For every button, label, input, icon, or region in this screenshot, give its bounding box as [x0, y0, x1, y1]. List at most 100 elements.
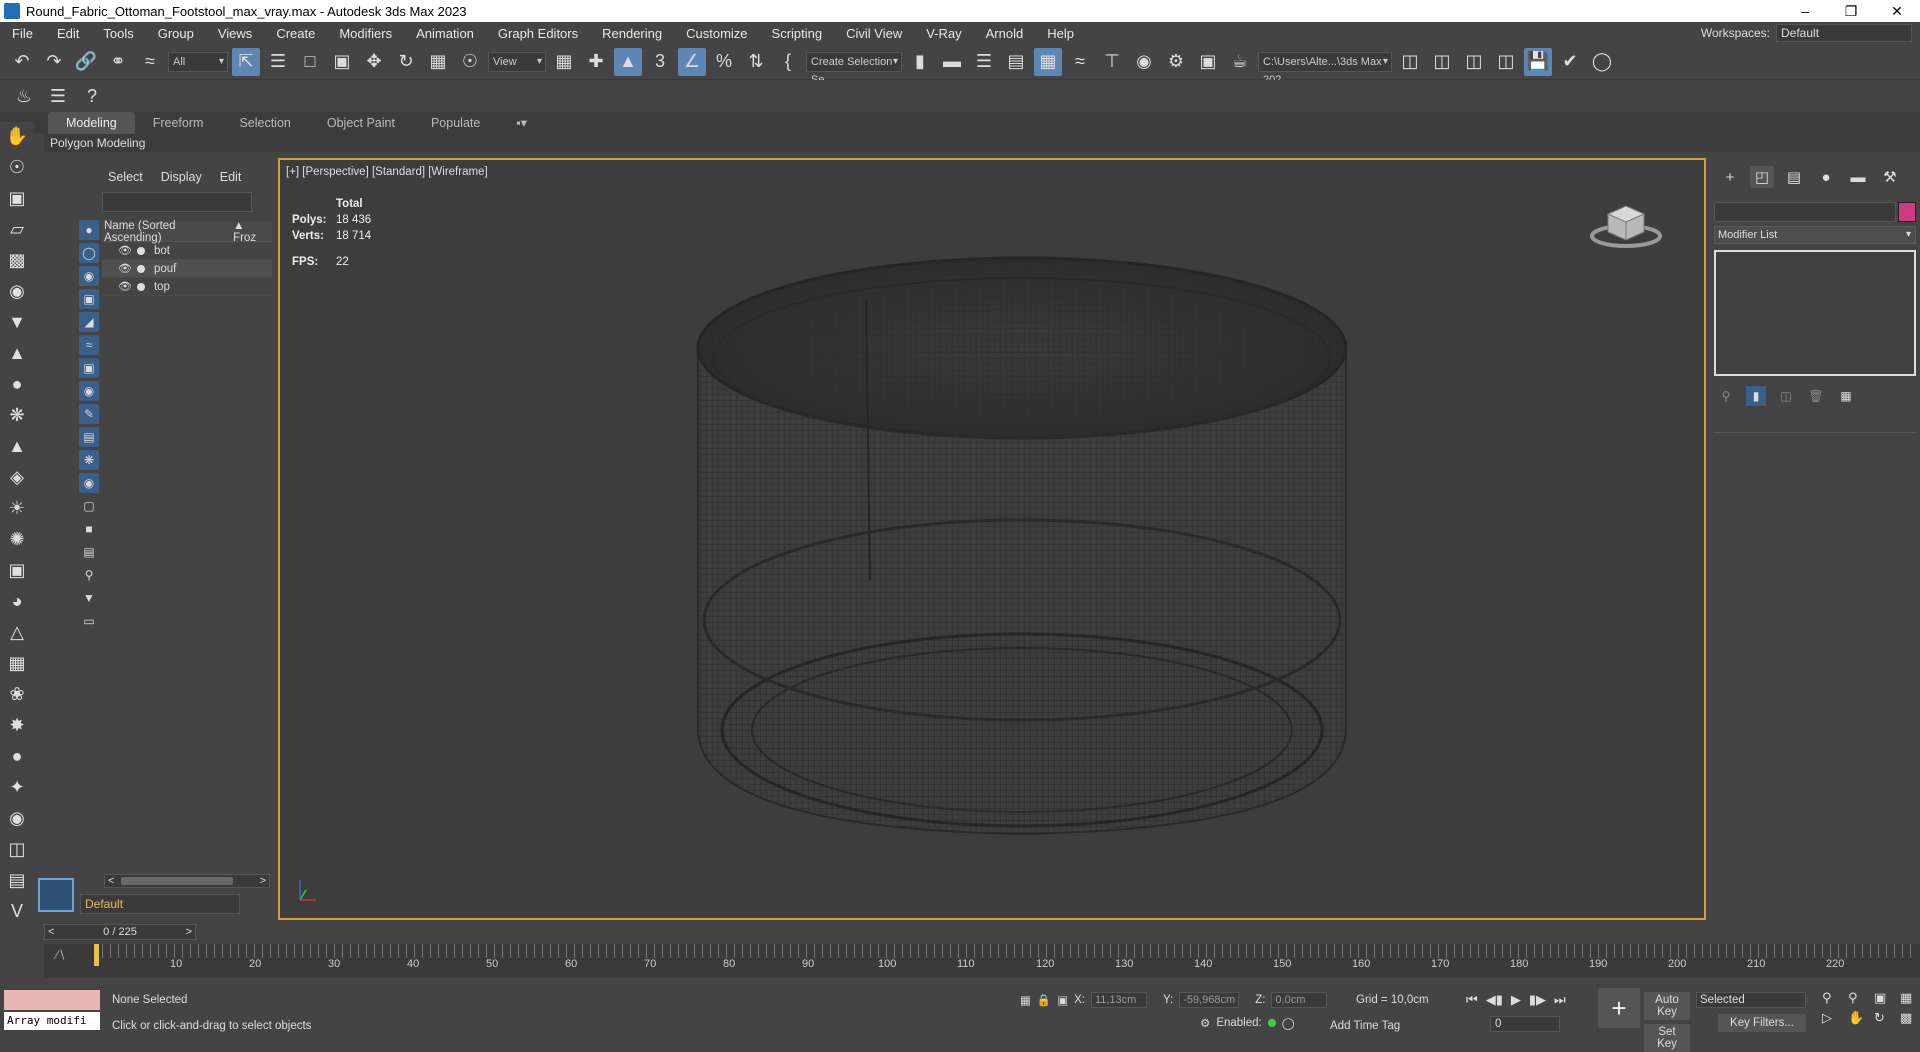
select-object-icon[interactable]: ⇱ [232, 47, 260, 76]
explorer-tab-display[interactable]: Display [161, 170, 202, 190]
absolute-mode-icon[interactable]: ▣ [1057, 993, 1068, 1007]
pan-icon[interactable]: ✋ [1848, 1010, 1870, 1026]
render-dot-icon[interactable] [136, 282, 145, 291]
configure-sets-icon[interactable]: ▦ [1836, 386, 1856, 406]
zoom-all-icon[interactable]: ⚲ [1848, 990, 1870, 1006]
scroll-thumb[interactable] [121, 877, 233, 885]
move-icon[interactable]: ✥ [360, 48, 388, 76]
next-frame-icon[interactable]: ▮▶ [1529, 992, 1546, 1008]
hand-icon[interactable]: ✋ [4, 124, 30, 148]
project-icon-1[interactable]: ◫ [1396, 48, 1424, 76]
perspective-viewport[interactable]: [+] [Perspective] [Standard] [Wireframe]… [278, 158, 1706, 920]
curve-editor-icon[interactable]: ≈ [1066, 48, 1094, 76]
select-manipulate-icon[interactable]: ✚ [582, 48, 610, 76]
display-helpers-icon[interactable]: ◢ [79, 312, 99, 332]
project-icon-3[interactable]: ◫ [1460, 48, 1488, 76]
go-to-start-icon[interactable]: ⏮ [1466, 992, 1478, 1008]
degradation-icon[interactable]: ⚙ [1200, 1016, 1210, 1030]
field-of-view-icon[interactable]: ▷ [1822, 1010, 1844, 1026]
selection-filter-dropdown[interactable]: All [168, 51, 228, 72]
zoom-icon[interactable]: ⚲ [1822, 990, 1844, 1006]
render-dot-icon[interactable] [136, 264, 145, 273]
menu-help[interactable]: Help [1035, 26, 1086, 41]
reference-coordinate-dropdown[interactable]: View [488, 51, 546, 72]
save-icon[interactable]: 💾 [1524, 47, 1552, 76]
previous-frame-icon[interactable]: ◀▮ [1486, 992, 1503, 1008]
unlink-icon[interactable]: ⚭ [104, 48, 132, 76]
display-geometry-icon[interactable]: ● [79, 220, 99, 240]
lock-selection-icon[interactable]: 🔒 [1037, 993, 1051, 1007]
display-containers-icon[interactable]: ▤ [79, 427, 99, 447]
orbit-nav-icon[interactable]: ↻ [1874, 1010, 1896, 1026]
explorer-tab-edit[interactable]: Edit [220, 170, 242, 190]
utilities-tab-icon[interactable]: ⚒ [1878, 166, 1902, 188]
grass-icon[interactable]: ❀ [4, 682, 30, 706]
display-none-icon[interactable]: ■ [79, 519, 99, 539]
close-button[interactable]: ✕ [1874, 0, 1920, 22]
column-name-header[interactable]: Name (Sorted Ascending) [104, 220, 233, 244]
scroll-left-icon[interactable]: < [108, 875, 114, 887]
dome-icon[interactable]: ▲ [4, 341, 30, 365]
create-tab-icon[interactable]: + [1718, 166, 1742, 188]
isolate-icon[interactable]: ▦ [1020, 993, 1031, 1007]
display-shapes-icon[interactable]: ◯ [79, 243, 99, 263]
sync-check-icon[interactable]: ✔ [1556, 48, 1584, 76]
object-name[interactable]: pouf [154, 263, 176, 275]
layer-icon[interactable]: ▭ [79, 611, 99, 631]
menu-graph-editors[interactable]: Graph Editors [486, 26, 590, 41]
restore-button[interactable]: ❐ [1828, 0, 1874, 22]
z-coordinate-field[interactable]: 0,0cm [1271, 992, 1328, 1008]
menu-scripting[interactable]: Scripting [760, 26, 835, 41]
keyboard-shortcut-override-icon[interactable]: ▲ [614, 47, 642, 76]
scroll-right-icon[interactable]: > [260, 875, 266, 887]
menu-tools[interactable]: Tools [91, 26, 145, 41]
modifier-list-dropdown[interactable]: Modifier List [1714, 226, 1916, 244]
object-name-input[interactable] [1714, 202, 1896, 222]
key-mode-dropdown[interactable]: Selected [1696, 992, 1806, 1008]
find-icon[interactable]: ⚲ [79, 565, 99, 585]
spotlight-icon[interactable]: ▲ [4, 434, 30, 458]
x-coordinate-field[interactable]: 11,13cm [1090, 992, 1147, 1008]
menu-edit[interactable]: Edit [45, 26, 91, 41]
filter-icon[interactable]: ▼ [79, 588, 99, 608]
grid-icon[interactable]: ▦ [4, 651, 30, 675]
box-icon[interactable]: ▣ [4, 186, 30, 210]
undo-icon[interactable]: ↶ [8, 48, 36, 76]
time-cursor[interactable] [94, 944, 99, 966]
panel-divider[interactable] [1714, 432, 1916, 433]
video-camera-icon[interactable]: ◉ [4, 279, 30, 303]
mirror-icon[interactable]: ▮ [906, 48, 934, 76]
shapes-icon[interactable]: ▱ [4, 217, 30, 241]
angle-snap-icon[interactable]: ∠ [678, 47, 706, 76]
cube-icon[interactable]: ▣ [4, 558, 30, 582]
menu-file[interactable]: File [0, 26, 45, 41]
render-setup-icon[interactable]: ⚙ [1162, 48, 1190, 76]
ottoman-wireframe[interactable] [280, 160, 1704, 918]
menu-customize[interactable]: Customize [674, 26, 759, 41]
fire-icon[interactable]: ✸ [4, 713, 30, 737]
project-icon-4[interactable]: ◫ [1492, 48, 1520, 76]
track-bar[interactable]: ∕∖ 10 20 30 40 50 60 70 80 90 100 110 12… [44, 944, 1920, 978]
align-icon[interactable]: ▬ [938, 48, 966, 76]
scene-list-icon[interactable]: ☰ [44, 82, 72, 110]
set-keys-button[interactable]: + [1598, 988, 1640, 1028]
motion-tab-icon[interactable]: ● [1814, 166, 1838, 188]
menu-group[interactable]: Group [146, 26, 206, 41]
eye-icon[interactable]: 👁 [118, 280, 132, 293]
display-cameras-icon[interactable]: ▣ [79, 289, 99, 309]
material-editor-icon[interactable]: ◉ [1130, 48, 1158, 76]
play-icon[interactable]: ▶ [1511, 992, 1521, 1008]
project-folder-dropdown[interactable]: C:\Users\Alte...\3ds Max 202 [1258, 51, 1392, 86]
zoom-extents-icon[interactable]: ▣ [1874, 990, 1896, 1006]
explorer-tab-select[interactable]: Select [108, 170, 143, 190]
key-filters-button[interactable]: Key Filters... [1718, 1014, 1806, 1032]
edit-named-selection-icon[interactable]: { [774, 48, 802, 76]
display-visibility-icon[interactable]: ◉ [79, 473, 99, 493]
tab-modeling[interactable]: Modeling [48, 112, 135, 134]
material-ball-icon[interactable]: ● [4, 744, 30, 768]
pivot-center-icon[interactable]: ▦ [550, 48, 578, 76]
link-icon[interactable]: 🔗 [72, 48, 100, 76]
vray-logo-icon[interactable]: V [4, 899, 30, 923]
window-crossing-icon[interactable]: ▣ [328, 48, 356, 76]
remove-modifier-icon[interactable]: 🗑 [1806, 386, 1826, 406]
